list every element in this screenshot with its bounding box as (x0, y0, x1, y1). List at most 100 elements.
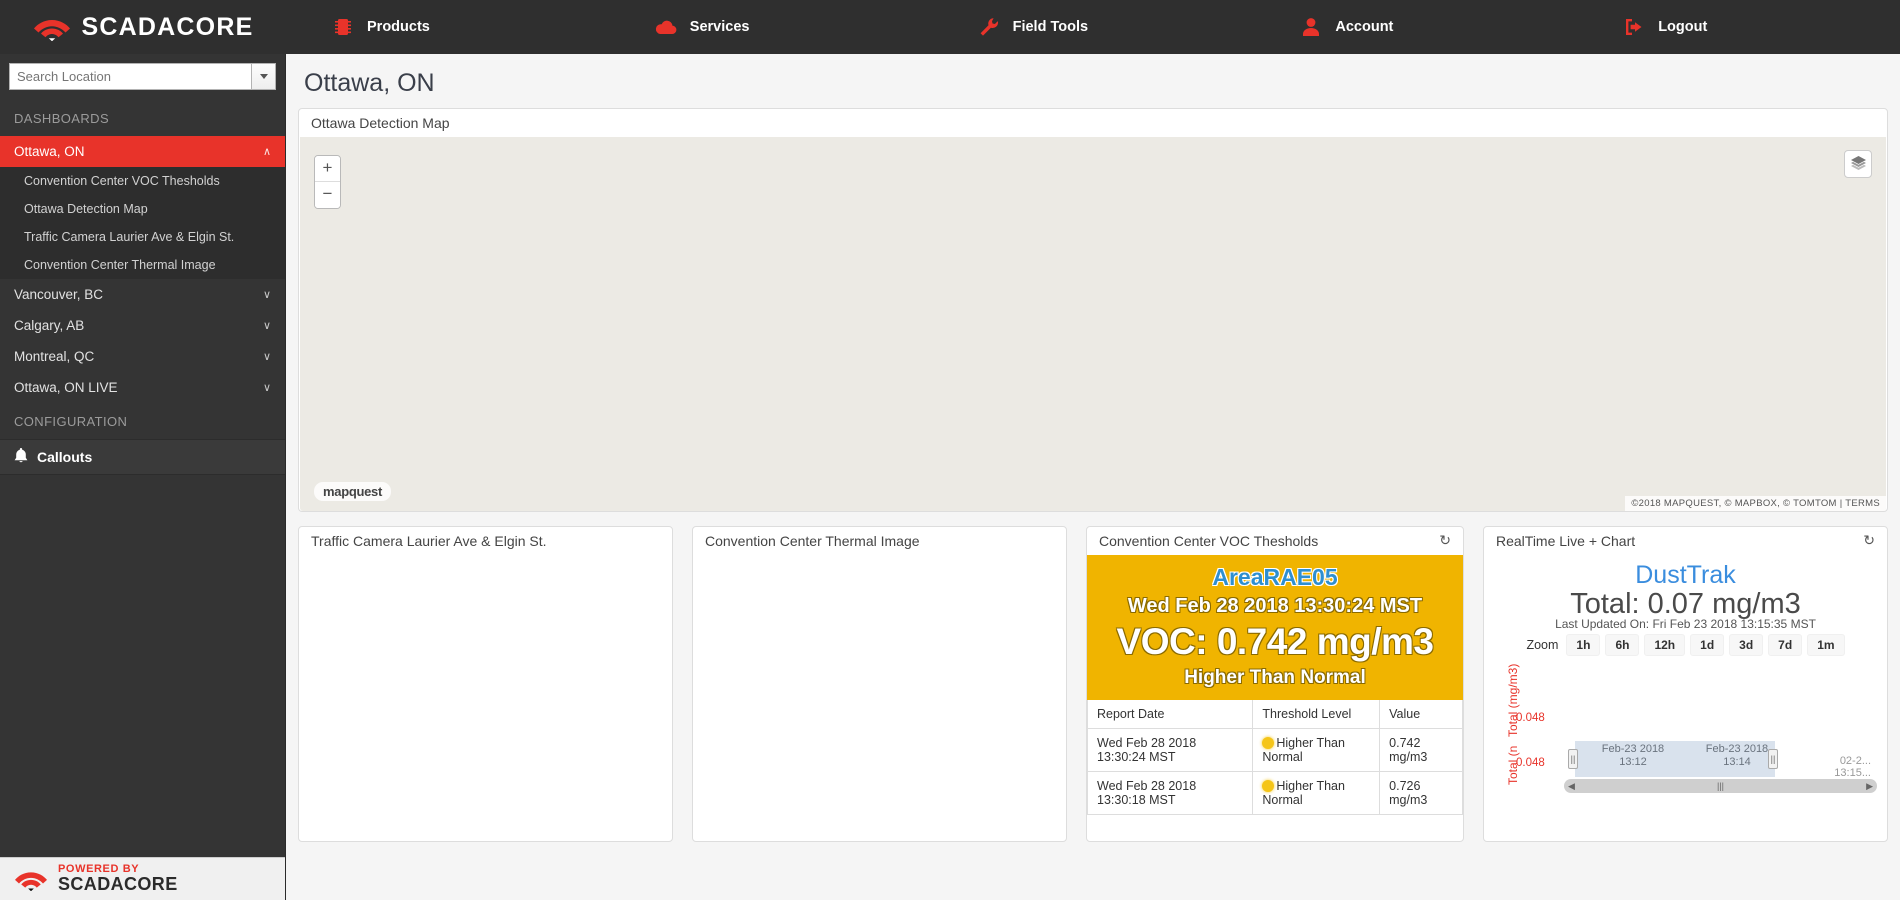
chart-navigator[interactable]: Total (n 0.048 || || 02-2... 13:15... ◀ … (1484, 741, 1877, 793)
chart-y-axis-label: Total (mg/m3) (1506, 663, 1520, 737)
nav-item-services[interactable]: Services (609, 0, 932, 54)
chart-panel-title: RealTime Live + Chart (1496, 532, 1636, 549)
scroll-grip[interactable]: ||| (1717, 781, 1724, 791)
sidebar-item-thermal-image[interactable]: Convention Center Thermal Image (6, 251, 285, 279)
zoom-option-1m[interactable]: 1m (1807, 634, 1845, 656)
detection-map[interactable]: + − mapquest ©2018 MAPQUEST, © MAPBOX, ©… (300, 137, 1886, 511)
chevron-down-icon: ∨ (262, 351, 271, 363)
map-basemap (300, 137, 1886, 511)
realtime-chart-panel: RealTime Live + Chart ↻ DustTrak Total: … (1483, 526, 1888, 842)
thermal-panel-title: Convention Center Thermal Image (705, 532, 920, 549)
table-header-row: Report Date Threshold Level Value (1086, 700, 1463, 729)
brand-logo[interactable]: SCADACORE (0, 13, 286, 42)
nav-item-account[interactable]: Account (1254, 0, 1577, 54)
chart-panel-header: RealTime Live + Chart ↻ (1484, 527, 1887, 555)
sidebar-item-calgary-ab[interactable]: Calgary, AB ∨ (0, 310, 285, 341)
chevron-down-icon: ∨ (262, 382, 271, 394)
sidebar-item-ottawa-on[interactable]: Ottawa, ON ∧ (0, 136, 285, 167)
refresh-icon[interactable]: ↻ (1439, 532, 1451, 549)
search-input[interactable] (9, 63, 251, 90)
microchip-icon (332, 16, 354, 38)
nav-item-products[interactable]: Products (286, 0, 609, 54)
zoom-option-1d[interactable]: 1d (1690, 634, 1725, 656)
sidebar-label-calgary-ab: Calgary, AB (14, 318, 85, 333)
logout-icon (1623, 16, 1645, 38)
powered-by-footer: POWERED BY SCADACORE (0, 857, 285, 900)
status-dot-icon (1262, 737, 1275, 749)
zoom-in-button[interactable]: + (315, 156, 340, 182)
scroll-right-arrow[interactable]: ▶ (1866, 781, 1873, 792)
chevron-down-icon: ∨ (262, 320, 271, 332)
wrench-icon (978, 16, 1000, 38)
voc-panel-title: Convention Center VOC Thesholds (1099, 532, 1319, 549)
navigator-right-time: 13:15... (1834, 767, 1871, 779)
sidebar-label-vancouver-bc: Vancouver, BC (14, 287, 104, 302)
sidebar-item-voc-thresholds[interactable]: Convention Center VOC Thesholds (6, 167, 285, 195)
camera-panel-title: Traffic Camera Laurier Ave & Elgin St. (311, 532, 547, 549)
cell-value: 0.742 mg/m3 (1379, 728, 1463, 772)
voc-panel-header: Convention Center VOC Thesholds ↻ (1087, 527, 1463, 555)
zoom-option-6h[interactable]: 6h (1605, 634, 1640, 656)
traffic-camera-panel: Traffic Camera Laurier Ave & Elgin St. (298, 526, 673, 842)
chart-zoom-selector: Zoom 1h 6h 12h 1d 3d 7d 1m (1484, 634, 1887, 656)
voc-value: VOC: 0.742 mg/m3 (1116, 621, 1434, 662)
voc-timestamp: Wed Feb 28 2018 13:30:24 MST (1127, 595, 1423, 617)
map-zoom-control: + − (314, 155, 341, 209)
navigator-selection[interactable] (1575, 741, 1775, 777)
map-layers-button[interactable] (1844, 150, 1872, 178)
navigator-scrollbar[interactable]: ◀ ||| ▶ (1564, 779, 1877, 793)
zoom-out-button[interactable]: − (315, 182, 340, 208)
cell-threshold-level: Higher Than Normal (1252, 771, 1381, 815)
sidebar-item-montreal-qc[interactable]: Montreal, QC ∨ (0, 341, 285, 372)
search-dropdown-caret[interactable] (251, 63, 276, 90)
sidebar-item-vancouver-bc[interactable]: Vancouver, BC ∨ (0, 279, 285, 310)
map-panel-header: Ottawa Detection Map (299, 109, 1887, 137)
zoom-option-1h[interactable]: 1h (1566, 634, 1601, 656)
map-panel-title: Ottawa Detection Map (311, 114, 450, 131)
sidebar-item-traffic-camera[interactable]: Traffic Camera Laurier Ave & Elgin St. (6, 223, 285, 251)
bell-icon (14, 447, 28, 467)
column-value: Value (1379, 700, 1463, 729)
zoom-option-7d[interactable]: 7d (1768, 634, 1803, 656)
navigator-y-tick: 0.048 (1516, 757, 1545, 769)
chart-plot-area[interactable]: Total (mg/m3) 0.048 Feb-23 2018 13:12 Feb… (1484, 663, 1877, 768)
sidebar-item-ottawa-on-live[interactable]: Ottawa, ON LIVE ∨ (0, 372, 285, 403)
sidebar-item-callouts[interactable]: Callouts (0, 439, 285, 475)
voc-device-name: AreaRAE05 (1212, 564, 1338, 590)
voc-status: Higher Than Normal (1184, 667, 1366, 688)
refresh-icon[interactable]: ↻ (1863, 532, 1875, 549)
navigator-handle-right[interactable]: || (1768, 749, 1778, 769)
camera-panel-header: Traffic Camera Laurier Ave & Elgin St. (299, 527, 672, 555)
nav-label-products: Products (367, 19, 430, 35)
nav-label-field-tools: Field Tools (1012, 19, 1089, 35)
status-dot-icon (1262, 780, 1275, 792)
zoom-label: Zoom (1526, 638, 1559, 652)
scroll-left-arrow[interactable]: ◀ (1568, 781, 1575, 792)
traffic-camera-image[interactable] (300, 555, 671, 840)
top-navigation-bar: SCADACORE Products Services Field Tools (0, 0, 1900, 54)
nav-item-field-tools[interactable]: Field Tools (932, 0, 1255, 54)
voc-thresholds-panel: Convention Center VOC Thesholds ↻ AreaRA… (1086, 526, 1464, 842)
zoom-option-12h[interactable]: 12h (1644, 634, 1686, 656)
chart-last-updated: Last Updated On: Fri Feb 23 2018 13:15:3… (1555, 617, 1816, 631)
powered-by-brand: SCADACORE (58, 874, 178, 895)
cloud-icon (655, 16, 677, 38)
table-row[interactable]: Wed Feb 28 2018 13:30:18 MST Higher Than… (1086, 771, 1463, 815)
thermal-image[interactable] (694, 555, 1065, 840)
column-threshold-level: Threshold Level (1252, 700, 1381, 729)
map-attribution[interactable]: ©2018 MAPQUEST, © MAPBOX, © TOMTOM | TER… (1625, 496, 1886, 511)
brand-name: SCADACORE (81, 12, 254, 41)
sidebar-item-detection-map[interactable]: Ottawa Detection Map (6, 195, 285, 223)
zoom-option-3d[interactable]: 3d (1729, 634, 1764, 656)
cell-report-date: Wed Feb 28 2018 13:30:24 MST (1086, 728, 1254, 772)
table-row[interactable]: Wed Feb 28 2018 13:30:24 MST Higher Than… (1086, 728, 1463, 772)
chart-line-series (1564, 663, 1874, 741)
chart-device-name: DustTrak (1635, 561, 1736, 589)
sidebar-label-callouts: Callouts (37, 449, 93, 465)
nav-item-logout[interactable]: Logout (1577, 0, 1900, 54)
sidebar-label-montreal-qc: Montreal, QC (14, 349, 95, 364)
main-content: Ottawa, ON Ottawa Detection Map + − mapq… (286, 54, 1900, 900)
mapquest-logo[interactable]: mapquest (314, 482, 392, 501)
user-icon (1300, 16, 1322, 38)
navigator-handle-left[interactable]: || (1568, 749, 1578, 769)
